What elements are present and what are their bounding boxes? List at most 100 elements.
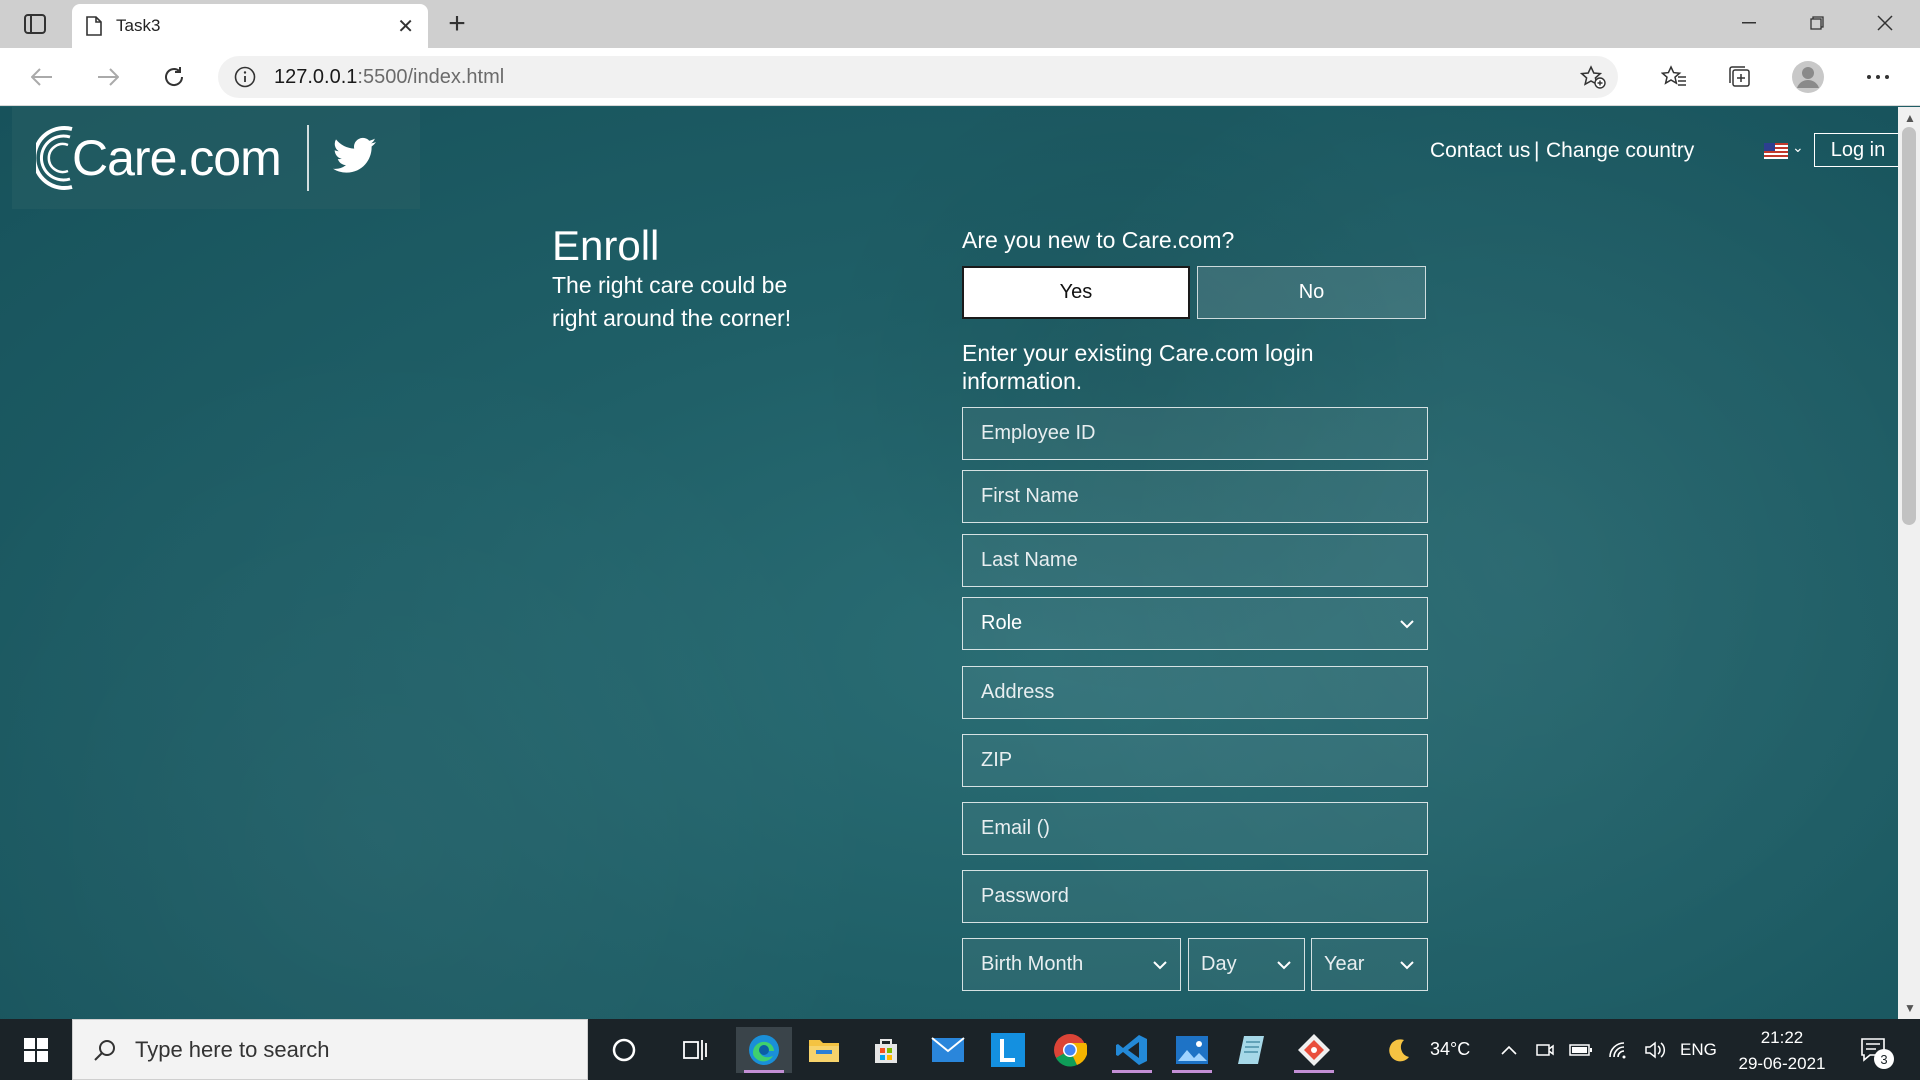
birth-month-select[interactable]: Birth Month <box>962 938 1181 991</box>
change-country-link[interactable]: Change country <box>1546 139 1694 163</box>
active-indicator <box>1172 1070 1212 1073</box>
contact-us-link[interactable]: Contact us <box>1430 139 1530 163</box>
restore-icon[interactable] <box>1784 6 1850 40</box>
scroll-down-icon[interactable]: ▼ <box>1904 1001 1916 1015</box>
scroll-up-icon[interactable]: ▲ <box>1904 111 1916 125</box>
care-logo[interactable]: Care.com <box>36 123 282 193</box>
wifi-icon[interactable] <box>1604 1027 1634 1073</box>
chevron-up-icon[interactable] <box>1494 1027 1524 1073</box>
birth-month-value: Birth Month <box>981 953 1084 975</box>
language-indicator[interactable]: ENG <box>1680 1040 1717 1060</box>
password-input[interactable]: Password <box>962 870 1428 923</box>
collections-icon[interactable] <box>1720 60 1760 94</box>
taskbar-search-input[interactable]: Type here to search <box>72 1019 588 1080</box>
header-links: Contact us | Change country ⌄ Log in <box>1378 131 1898 171</box>
active-indicator <box>1294 1070 1334 1073</box>
chevron-down-icon <box>1153 961 1167 970</box>
browser-tab-active[interactable]: Task3 ✕ <box>72 4 428 48</box>
search-placeholder: Type here to search <box>135 1036 330 1062</box>
care-logo-swirl-icon <box>36 126 73 190</box>
url-host: 127.0.0.1 <box>274 65 358 88</box>
notepad-icon[interactable] <box>1224 1027 1280 1073</box>
page-icon <box>86 16 102 36</box>
role-select[interactable]: Role <box>962 597 1428 650</box>
browser-tabbar: Task3 ✕ + <box>0 0 1920 48</box>
logo-wordmark: Care.com <box>72 130 282 186</box>
birth-year-value: Year <box>1324 953 1365 975</box>
forward-icon[interactable] <box>88 60 128 94</box>
add-favorite-icon[interactable] <box>1579 65 1606 94</box>
active-indicator <box>1112 1070 1152 1073</box>
close-window-icon[interactable] <box>1852 6 1918 40</box>
chevron-down-icon <box>1400 961 1414 970</box>
country-chevron-down-icon[interactable]: ⌄ <box>1792 139 1804 156</box>
clock-time: 21:22 <box>1760 1028 1804 1047</box>
link-separator: | <box>1534 139 1540 162</box>
weather-moon-icon[interactable] <box>1372 1027 1426 1073</box>
background-photo <box>0 107 1898 1019</box>
battery-icon[interactable] <box>1566 1027 1596 1073</box>
photos-icon[interactable] <box>1164 1027 1220 1073</box>
last-name-input[interactable]: Last Name <box>962 534 1428 587</box>
favorites-icon[interactable] <box>1654 60 1694 94</box>
birth-year-select[interactable]: Year <box>1311 938 1428 991</box>
new-user-question: Are you new to Care.com? <box>962 227 1235 253</box>
no-button[interactable]: No <box>1197 266 1426 319</box>
taskbar-clock[interactable]: 21:22 29-06-2021 <box>1730 1025 1834 1077</box>
header-brand: Care.com <box>12 107 420 209</box>
zip-input[interactable]: ZIP <box>962 734 1428 787</box>
taskbar: Type here to search 34°C ENG 21:22 29-06… <box>0 1019 1920 1080</box>
scroll-thumb[interactable] <box>1902 127 1916 525</box>
address-input[interactable]: Address <box>962 666 1428 719</box>
store-icon[interactable] <box>858 1027 914 1073</box>
site-info-icon[interactable] <box>234 66 256 88</box>
url-text: 127.0.0.1:5500/index.html <box>274 66 504 89</box>
cortana-icon[interactable] <box>596 1027 652 1073</box>
login-button[interactable]: Log in <box>1814 133 1898 167</box>
tab-title: Task3 <box>116 16 161 35</box>
first-name-input[interactable]: First Name <box>962 470 1428 523</box>
profile-avatar[interactable] <box>1788 60 1828 94</box>
us-flag-icon[interactable] <box>1764 143 1788 159</box>
file-explorer-icon[interactable] <box>796 1027 852 1073</box>
minimize-icon[interactable] <box>1716 6 1782 40</box>
birth-day-select[interactable]: Day <box>1188 938 1305 991</box>
tab-close-icon[interactable]: ✕ <box>397 14 414 39</box>
chevron-down-icon <box>1277 961 1291 970</box>
volume-icon[interactable] <box>1640 1027 1670 1073</box>
meet-now-icon[interactable] <box>1530 1027 1560 1073</box>
employee-id-input[interactable]: Employee ID <box>962 407 1428 460</box>
temperature-text: 34°C <box>1430 1039 1471 1059</box>
vscode-icon[interactable] <box>1104 1027 1160 1073</box>
page-title: Enroll <box>552 222 660 269</box>
clock-date: 29-06-2021 <box>1738 1054 1826 1073</box>
tab-actions-icon[interactable] <box>14 10 56 38</box>
new-tab-icon[interactable]: + <box>440 7 474 40</box>
edge-browser-icon[interactable] <box>736 1027 792 1073</box>
chrome-icon[interactable] <box>1042 1027 1098 1073</box>
chevron-down-icon <box>1400 620 1414 629</box>
windows-start-icon[interactable] <box>0 1019 72 1080</box>
role-select-value: Role <box>981 612 1023 634</box>
page-subtitle: The right care could be right around the… <box>552 272 792 331</box>
mail-icon[interactable] <box>920 1027 976 1073</box>
web-page: Care.com Contact us | Change country ⌄ L… <box>0 107 1898 1019</box>
email-input[interactable]: Email () <box>962 802 1428 855</box>
notification-badge: 3 <box>1874 1049 1894 1069</box>
task-view-icon[interactable] <box>668 1027 724 1073</box>
page-scrollbar[interactable]: ▲ ▼ <box>1898 107 1920 1019</box>
active-indicator <box>744 1070 784 1073</box>
notifications-icon[interactable]: 3 <box>1846 1027 1902 1073</box>
birth-day-value: Day <box>1201 953 1237 975</box>
yes-button[interactable]: Yes <box>962 266 1190 319</box>
more-menu-icon[interactable] <box>1858 60 1898 94</box>
back-icon[interactable] <box>22 60 62 94</box>
git-tool-icon[interactable] <box>1286 1027 1342 1073</box>
address-toolbar: 127.0.0.1:5500/index.html <box>0 48 1920 106</box>
twitter-icon[interactable] <box>332 137 377 180</box>
search-icon <box>94 1039 115 1061</box>
l-app-icon[interactable] <box>980 1027 1036 1073</box>
logo-divider <box>306 125 309 191</box>
url-bar[interactable]: 127.0.0.1:5500/index.html <box>218 56 1618 98</box>
refresh-icon[interactable] <box>154 60 194 94</box>
